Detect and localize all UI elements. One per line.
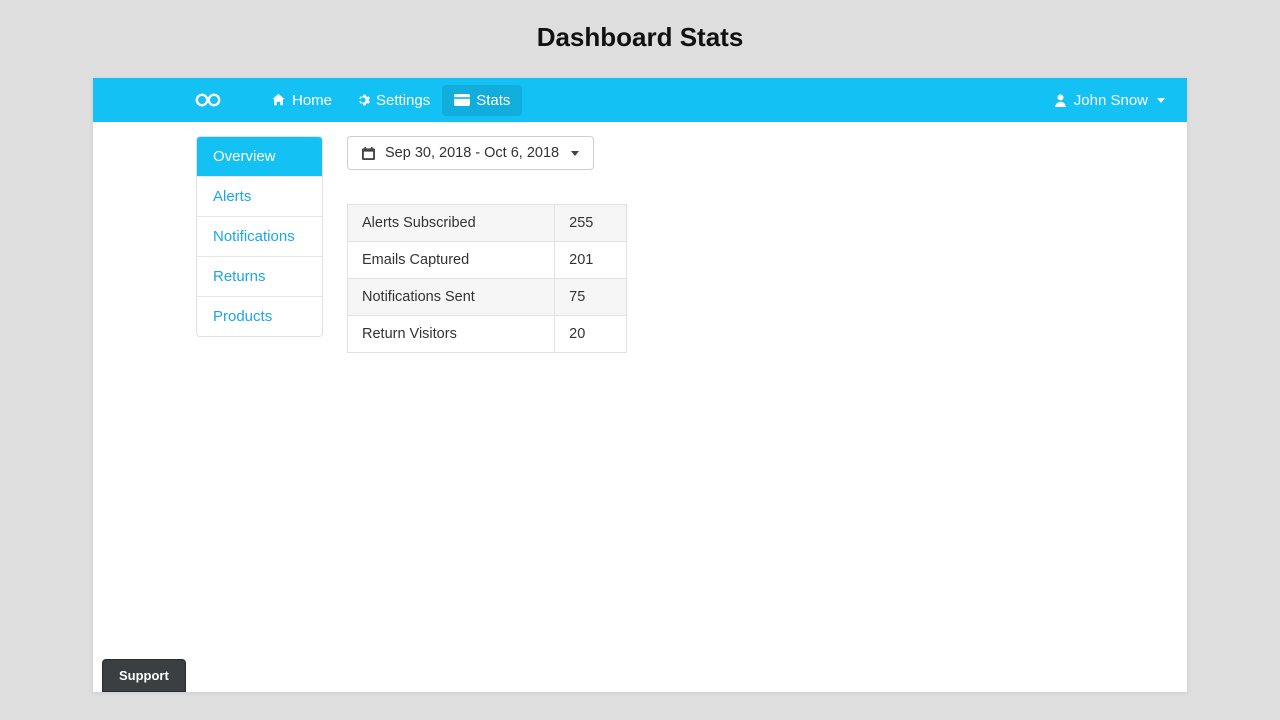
sidebar-item-label: Notifications [213,228,295,245]
stat-value: 75 [555,279,627,316]
content-area: Overview Alerts Notifications Returns Pr… [93,122,1187,353]
table-row: Emails Captured 201 [348,242,627,279]
nav-stats-label: Stats [476,92,510,109]
user-menu[interactable]: John Snow [1044,85,1175,116]
table-row: Alerts Subscribed 255 [348,205,627,242]
user-name: John Snow [1074,92,1148,109]
stat-label: Notifications Sent [348,279,555,316]
stats-table: Alerts Subscribed 255 Emails Captured 20… [347,204,627,353]
date-range-text: Sep 30, 2018 - Oct 6, 2018 [385,145,559,161]
nav-links: Home Settings Stats [259,85,522,116]
sidebar-item-label: Alerts [213,188,251,205]
stat-value: 255 [555,205,627,242]
support-label: Support [119,668,169,683]
date-range-picker[interactable]: Sep 30, 2018 - Oct 6, 2018 [347,136,594,170]
caret-down-icon [571,151,579,156]
app-frame: Home Settings Stats [93,78,1187,692]
sidebar-item-label: Returns [213,268,266,285]
stat-value: 20 [555,316,627,353]
nav-settings-label: Settings [376,92,430,109]
brand-logo[interactable] [195,92,221,108]
stat-label: Emails Captured [348,242,555,279]
sidebar-item-notifications[interactable]: Notifications [197,217,322,257]
main-panel: Sep 30, 2018 - Oct 6, 2018 Alerts Subscr… [347,136,1187,353]
sidebar-item-products[interactable]: Products [197,297,322,336]
stat-label: Alerts Subscribed [348,205,555,242]
nav-home[interactable]: Home [259,85,344,116]
nav-settings[interactable]: Settings [344,85,442,116]
page-title: Dashboard Stats [0,0,1280,67]
nav-home-label: Home [292,92,332,109]
sidebar-item-label: Products [213,308,272,325]
calendar-icon [362,147,375,160]
nav-stats[interactable]: Stats [442,85,522,116]
sidebar-item-label: Overview [213,148,276,165]
stat-label: Return Visitors [348,316,555,353]
stat-value: 201 [555,242,627,279]
caret-down-icon [1157,98,1165,103]
table-row: Notifications Sent 75 [348,279,627,316]
navbar: Home Settings Stats [93,78,1187,122]
gear-icon [356,93,370,107]
sidebar-item-returns[interactable]: Returns [197,257,322,297]
table-row: Return Visitors 20 [348,316,627,353]
sidebar: Overview Alerts Notifications Returns Pr… [196,136,323,353]
support-button[interactable]: Support [102,659,186,692]
card-icon [454,94,470,106]
sidebar-item-overview[interactable]: Overview [197,137,322,177]
sidebar-list: Overview Alerts Notifications Returns Pr… [196,136,323,337]
sidebar-item-alerts[interactable]: Alerts [197,177,322,217]
home-icon [271,93,286,107]
user-icon [1054,93,1067,107]
glasses-icon [195,92,221,108]
